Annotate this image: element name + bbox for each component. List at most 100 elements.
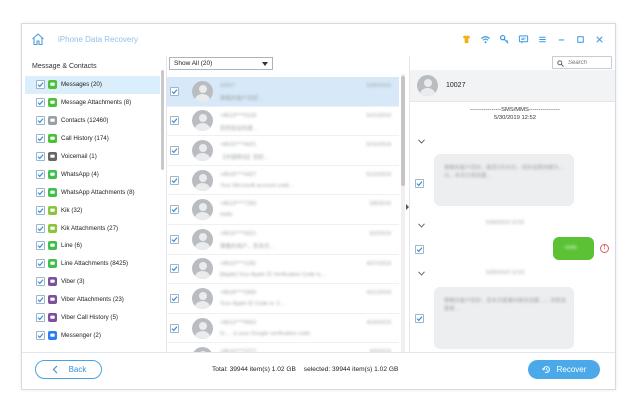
category-item[interactable]: WhatsApp Attachments (8) [25, 183, 160, 201]
category-checkbox[interactable] [36, 98, 45, 108]
message-row[interactable]: +8613****0133 您的验证码是… 5/21/2019 [167, 107, 399, 137]
home-icon[interactable] [31, 32, 45, 46]
message-preview: 尊敬的客户您好… [220, 96, 265, 102]
message-text: +8613****1182 [Apple] Your Apple ID Verif… [220, 255, 399, 284]
category-checkbox[interactable] [36, 313, 45, 323]
category-item[interactable]: Line (6) [25, 237, 160, 255]
message-checkbox[interactable] [170, 264, 179, 274]
message-row[interactable]: 10027 尊敬的客户您好… 5/30/2019 [167, 77, 399, 107]
category-item[interactable]: Voicemail (1) [25, 148, 160, 166]
category-label: Call History (174) [61, 135, 109, 143]
arrow-left-icon [52, 365, 57, 374]
message-row[interactable]: +8615****6621 尊敬的用户，您本月… 5/2/2019 [167, 225, 399, 255]
bubble-checkbox[interactable] [415, 245, 424, 254]
bubble-checkbox[interactable] [415, 179, 424, 188]
category-label: Viber Call History (5) [61, 314, 118, 322]
chevron-down-icon[interactable] [418, 139, 425, 144]
bubble-checkbox[interactable] [415, 314, 424, 323]
message-checkbox[interactable] [170, 293, 179, 303]
category-item[interactable]: Viber Call History (5) [25, 309, 160, 327]
category-item[interactable]: Messenger (2) [25, 326, 160, 344]
menu-icon[interactable] [536, 33, 548, 45]
message-row[interactable]: +8613****9902 G-… is your Google verifica… [167, 314, 399, 344]
filter-dropdown[interactable]: Show All (20) [169, 57, 273, 70]
message-checkbox[interactable] [170, 205, 179, 215]
message-list-scrollbar[interactable] [401, 74, 405, 352]
message-text: 10027 尊敬的客户您好… 5/30/2019 [220, 77, 399, 106]
category-checkbox[interactable] [36, 80, 45, 90]
message-checkbox[interactable] [170, 145, 179, 155]
category-item[interactable]: WhatsApp (4) [25, 165, 160, 183]
category-checkbox[interactable] [36, 205, 45, 215]
message-checkbox[interactable] [170, 86, 179, 96]
close-icon[interactable] [593, 33, 605, 45]
time-label: 5/30/2019 12:53 [486, 270, 525, 276]
chevron-down-icon[interactable] [418, 271, 425, 276]
message-date: 5/30/2019 [366, 83, 391, 89]
recover-button[interactable]: Recover [528, 360, 600, 379]
message-attachments-icon [48, 98, 57, 108]
minimize-icon[interactable] [555, 33, 567, 45]
conversation-header: 10027 [410, 70, 615, 102]
category-checkbox[interactable] [36, 134, 45, 144]
message-row[interactable]: +8615****4021 【中国移动】您好… 5/15/2019 [167, 136, 399, 166]
category-item[interactable]: Call History (174) [25, 130, 160, 148]
voicemail-icon [48, 152, 57, 161]
message-sender: +8613****7250 [220, 201, 257, 208]
message-row[interactable]: +8613****1182 [Apple] Your Apple ID Verif… [167, 255, 399, 285]
viber-icon [48, 295, 57, 305]
bubble-text: 尊敬的客户您好，截至5月30日，您的话费余额为…元，本月已用流量… [444, 165, 565, 179]
category-scrollbar[interactable] [161, 70, 164, 170]
category-item[interactable]: Kik Attachments (27) [25, 219, 160, 237]
maximize-icon[interactable] [574, 33, 586, 45]
message-text: +8618****4427 Your Microsoft account code… [220, 166, 399, 195]
scrollbar-thumb[interactable] [401, 76, 405, 186]
category-item[interactable]: Viber Attachments (23) [25, 291, 160, 309]
category-item[interactable]: Viber (3) [25, 273, 160, 291]
chevron-down-icon[interactable] [418, 223, 425, 228]
dropdown-caret-icon [262, 62, 268, 66]
shirt-icon[interactable] [460, 33, 472, 45]
key-icon[interactable] [498, 33, 510, 45]
viber-icon [48, 277, 57, 287]
message-checkbox[interactable] [170, 175, 179, 185]
category-header: Message & Contacts [32, 63, 97, 70]
search-input[interactable] [568, 58, 610, 68]
category-item[interactable]: Kik (32) [25, 201, 160, 219]
search-box[interactable] [552, 56, 612, 69]
conversation-panel: 10027 ----------------SMS/MMS-----------… [409, 56, 615, 352]
category-checkbox[interactable] [36, 295, 45, 305]
category-checkbox[interactable] [36, 241, 45, 251]
wifi-icon[interactable] [479, 33, 491, 45]
message-preview: 【中国移动】您好… [220, 155, 270, 162]
back-button[interactable]: Back [35, 360, 102, 379]
category-checkbox[interactable] [36, 277, 45, 287]
category-label: WhatsApp (4) [61, 170, 99, 178]
category-checkbox[interactable] [36, 330, 45, 340]
category-item[interactable]: Messages (20) [25, 76, 160, 94]
category-item[interactable]: Contacts (12460) [25, 112, 160, 130]
avatar [192, 317, 213, 339]
category-checkbox[interactable] [36, 223, 45, 233]
message-row[interactable]: +8618****4427 Your Microsoft account code… [167, 166, 399, 196]
category-label: Messages (20) [61, 81, 102, 89]
category-checkbox[interactable] [36, 169, 45, 179]
category-checkbox[interactable] [36, 116, 45, 126]
app-title: iPhone Data Recovery [58, 35, 139, 44]
chat-icon[interactable] [517, 33, 529, 45]
category-checkbox[interactable] [36, 259, 45, 269]
message-sender: +8613****0133 [220, 112, 257, 119]
category-checkbox[interactable] [36, 187, 45, 197]
message-checkbox[interactable] [170, 116, 179, 126]
message-checkbox[interactable] [170, 323, 179, 333]
message-checkbox[interactable] [170, 234, 179, 244]
message-date: 5/12/2019 [366, 171, 391, 178]
message-row[interactable]: +8613****7250 Hello 5/8/2019 [167, 195, 399, 225]
avatar [192, 199, 213, 221]
category-item[interactable]: Line Attachments (8425) [25, 255, 160, 273]
category-item[interactable]: Message Attachments (8) [25, 94, 160, 112]
message-list: 10027 尊敬的客户您好… 5/30/2019 +8613****0133 您的验证码… [167, 77, 399, 373]
category-label: Messenger (2) [61, 331, 101, 339]
message-row[interactable]: +8618****3305 Your Apple ID Code is: 2… 4/… [167, 284, 399, 314]
category-checkbox[interactable] [36, 152, 45, 161]
